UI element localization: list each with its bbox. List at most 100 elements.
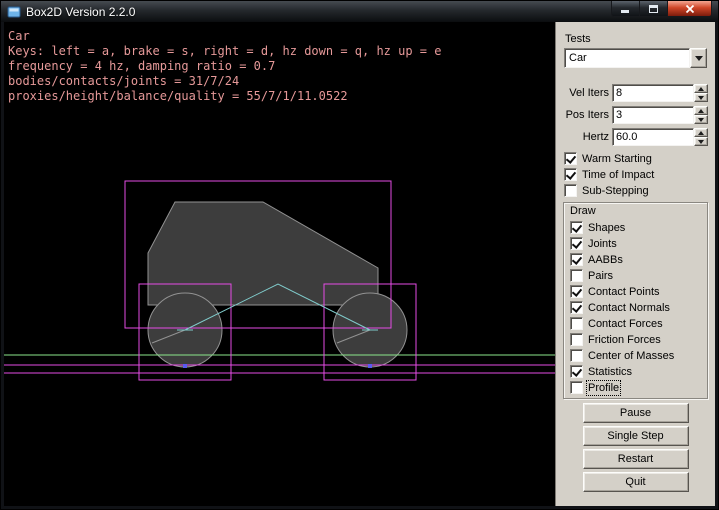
spinner-down-button[interactable]: [694, 115, 708, 124]
window-controls: [611, 1, 712, 17]
check-icon: [572, 254, 582, 265]
chevron-down-icon: [695, 56, 703, 61]
checkbox-contact-forces[interactable]: Contact Forces: [569, 316, 702, 331]
checkbox-box: [564, 184, 577, 197]
restart-button[interactable]: Restart: [583, 449, 689, 469]
checkbox-joints[interactable]: Joints: [569, 236, 702, 251]
maximize-icon: [649, 4, 659, 14]
simulation-canvas[interactable]: CarKeys: left = a, brake = s, right = d,…: [4, 22, 555, 506]
checkbox-contact-normals[interactable]: Contact Normals: [569, 300, 702, 315]
minimize-button[interactable]: [611, 1, 640, 17]
front-contact-point: [368, 364, 372, 368]
close-button[interactable]: [667, 1, 712, 17]
debug-text-line: Car: [8, 29, 441, 44]
checkbox-label: Statistics: [588, 366, 632, 378]
app-window: Box2D Version 2.2.0: [0, 0, 719, 510]
checkbox-center-of-masses[interactable]: Center of Masses: [569, 348, 702, 363]
arrow-down-icon: [698, 118, 704, 122]
debug-text: CarKeys: left = a, brake = s, right = d,…: [8, 29, 441, 104]
checkbox-box: [570, 365, 583, 378]
check-icon: [572, 286, 582, 297]
check-icon: [566, 153, 576, 164]
checkbox-time-of-impact[interactable]: Time of Impact: [563, 167, 708, 182]
check-icon: [572, 238, 582, 249]
app-icon: [7, 5, 21, 19]
maximize-button[interactable]: [640, 1, 667, 17]
spinner-down-button[interactable]: [694, 137, 708, 146]
close-icon: [685, 4, 695, 14]
spinner-buttons: [694, 128, 708, 146]
arrow-down-icon: [698, 140, 704, 144]
single-step-button[interactable]: Single Step: [583, 426, 689, 446]
spinner-buttons: [694, 84, 708, 102]
checkbox-shapes[interactable]: Shapes: [569, 220, 702, 235]
checkbox-aabbs[interactable]: AABBs: [569, 252, 702, 267]
vel-iters-spinner: Vel Iters8: [563, 84, 708, 102]
checkbox-pairs[interactable]: Pairs: [569, 268, 702, 283]
checkbox-label: Friction Forces: [588, 334, 661, 346]
checkbox-label: Sub-Stepping: [582, 185, 649, 197]
checkbox-friction-forces[interactable]: Friction Forces: [569, 332, 702, 347]
check-icon: [566, 169, 576, 180]
tests-label: Tests: [565, 33, 708, 45]
pos-iters-spinner: Pos Iters3: [563, 106, 708, 124]
draw-checkbox-list: Shapes Joints AABBs Pairs Contact Points Cont…: [569, 220, 702, 395]
checkbox-label: Contact Forces: [588, 318, 663, 330]
draw-group: Draw ShapesJointsAABBsPairsContact Point…: [563, 202, 708, 399]
pos-iters-input[interactable]: 3: [612, 106, 694, 124]
check-icon: [572, 222, 582, 233]
checkbox-contact-points[interactable]: Contact Points: [569, 284, 702, 299]
checkbox-label: Warm Starting: [582, 153, 652, 165]
spinner-down-button[interactable]: [694, 93, 708, 102]
checkbox-box: [570, 349, 583, 362]
checkbox-label: Time of Impact: [582, 169, 654, 181]
debug-text-line: bodies/contacts/joints = 31/7/24: [8, 74, 441, 89]
checkbox-box: [570, 221, 583, 234]
checkbox-label: Joints: [588, 238, 617, 250]
checkbox-label: Contact Points: [588, 286, 660, 298]
check-icon: [572, 366, 582, 377]
checkbox-box: [564, 152, 577, 165]
vel-iters-input[interactable]: 8: [612, 84, 694, 102]
spinner-up-button[interactable]: [694, 128, 708, 137]
checkbox-label: Center of Masses: [588, 350, 674, 362]
checkbox-profile[interactable]: Profile: [569, 380, 702, 395]
tests-dropdown-button[interactable]: [690, 48, 707, 68]
spinner-label: Vel Iters: [563, 87, 609, 99]
checkbox-box: [570, 253, 583, 266]
checkbox-label: Pairs: [588, 270, 613, 282]
hertz-input[interactable]: 60.0: [612, 128, 694, 146]
checkbox-sub-stepping[interactable]: Sub-Stepping: [563, 183, 708, 198]
checkbox-box: [570, 269, 583, 282]
quit-button[interactable]: Quit: [583, 472, 689, 492]
window-title: Box2D Version 2.2.0: [26, 5, 135, 19]
checkbox-box: [570, 333, 583, 346]
arrow-up-icon: [698, 87, 704, 91]
checkbox-box: [570, 285, 583, 298]
minimize-icon: [621, 4, 630, 13]
checkbox-label: Contact Normals: [588, 302, 670, 314]
checkbox-warm-starting[interactable]: Warm Starting: [563, 151, 708, 166]
tests-dropdown[interactable]: Car: [564, 48, 707, 68]
check-icon: [572, 302, 582, 313]
pause-button[interactable]: Pause: [583, 403, 689, 423]
spinner-list: Vel Iters8Pos Iters3Hertz60.0: [563, 84, 708, 146]
checkbox-label: Profile: [588, 382, 619, 394]
control-panel: Tests Car Vel Iters8Pos Iters3Hertz60.0 …: [555, 22, 715, 506]
window-content: CarKeys: left = a, brake = s, right = d,…: [4, 22, 715, 506]
checkbox-box: [570, 381, 583, 394]
spinner-buttons: [694, 106, 708, 124]
spinner-up-button[interactable]: [694, 106, 708, 115]
debug-text-line: frequency = 4 hz, damping ratio = 0.7: [8, 59, 441, 74]
checkbox-box: [570, 301, 583, 314]
titlebar[interactable]: Box2D Version 2.2.0: [1, 1, 718, 22]
checkbox-label: AABBs: [588, 254, 623, 266]
arrow-down-icon: [698, 96, 704, 100]
checkbox-box: [570, 317, 583, 330]
checkbox-statistics[interactable]: Statistics: [569, 364, 702, 379]
spinner-up-button[interactable]: [694, 84, 708, 93]
spinner-label: Hertz: [563, 131, 609, 143]
spinner-label: Pos Iters: [563, 109, 609, 121]
rear-contact-point: [183, 364, 187, 368]
car-chassis-shape: [148, 202, 378, 305]
